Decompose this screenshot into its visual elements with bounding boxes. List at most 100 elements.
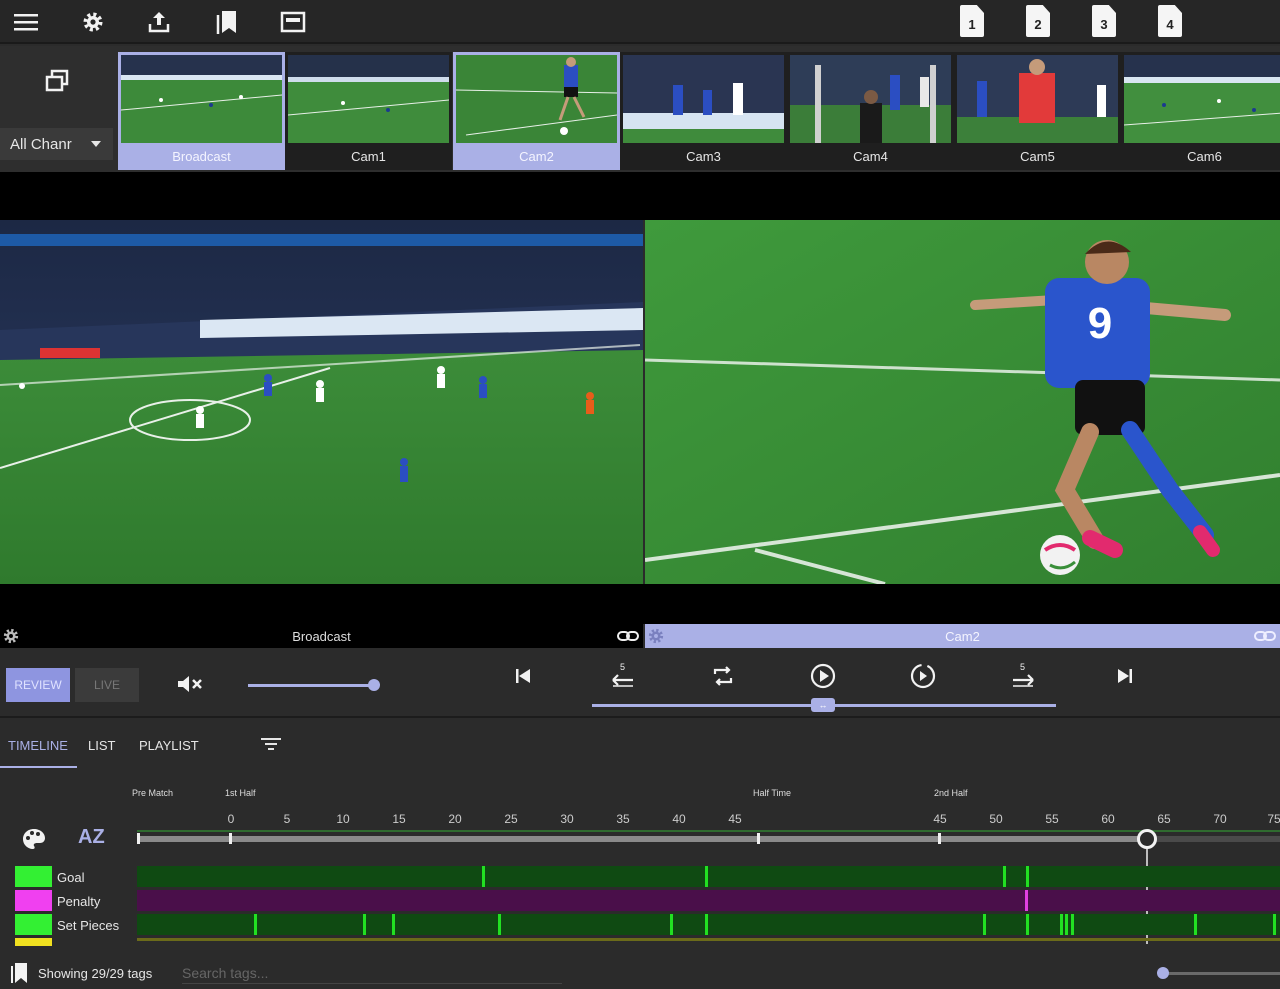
tab-playlist[interactable]: PLAYLIST bbox=[139, 738, 199, 753]
set-piece-event[interactable] bbox=[1071, 914, 1074, 935]
play-icon[interactable] bbox=[808, 662, 838, 690]
period-label: 1st Half bbox=[225, 788, 256, 798]
link-icon[interactable] bbox=[617, 628, 639, 644]
set-piece-event[interactable] bbox=[670, 914, 673, 935]
set-piece-event[interactable] bbox=[1026, 914, 1029, 935]
goal-track[interactable] bbox=[137, 866, 1280, 887]
thumbnail-image bbox=[790, 55, 951, 143]
thumbnail-cam5[interactable]: Cam5 bbox=[954, 52, 1121, 170]
document-icon-4[interactable]: 4 bbox=[1158, 5, 1182, 37]
tab-list[interactable]: LIST bbox=[88, 738, 115, 753]
penalty-track[interactable] bbox=[137, 890, 1280, 911]
filter-icon[interactable] bbox=[260, 736, 282, 752]
loop-icon[interactable] bbox=[708, 662, 738, 690]
volume-slider-track[interactable] bbox=[248, 684, 374, 687]
cam2-frame: 9 bbox=[645, 220, 1280, 584]
thumbnail-cam6[interactable]: Cam6 bbox=[1121, 52, 1280, 170]
minute-tick: 75 bbox=[1267, 812, 1280, 826]
minute-tick: 35 bbox=[616, 812, 630, 826]
thumbnail-cam3[interactable]: Cam3 bbox=[620, 52, 787, 170]
set-pieces-track[interactable] bbox=[137, 914, 1280, 935]
zoom-slider-track[interactable] bbox=[1163, 972, 1280, 975]
thumbnail-cam2[interactable]: Cam2 bbox=[453, 52, 620, 170]
minute-tick: 0 bbox=[227, 812, 235, 826]
set-piece-event[interactable] bbox=[1060, 914, 1063, 935]
set-piece-event[interactable] bbox=[983, 914, 986, 935]
thumbnail-image bbox=[121, 55, 282, 143]
step-frame-icon[interactable] bbox=[908, 662, 938, 690]
period-marker bbox=[938, 833, 941, 844]
video-letterbox-top bbox=[0, 172, 1280, 220]
gear-icon[interactable] bbox=[77, 6, 109, 38]
link-icon[interactable] bbox=[1254, 628, 1276, 644]
thumbnail-cam1[interactable]: Cam1 bbox=[285, 52, 452, 170]
cam2-caption: Cam2 bbox=[945, 628, 980, 644]
scrub-slider-handle[interactable]: ↔ bbox=[811, 698, 835, 712]
layout-toggle-icon[interactable] bbox=[40, 64, 74, 98]
cam2-video[interactable]: 9 bbox=[645, 220, 1280, 584]
set-pieces-color-swatch[interactable] bbox=[15, 914, 52, 935]
pane-settings-gear-icon[interactable] bbox=[2, 627, 20, 645]
set-piece-event[interactable] bbox=[363, 914, 366, 935]
set-piece-event[interactable] bbox=[1273, 914, 1276, 935]
thumbnail-label: Cam3 bbox=[686, 149, 721, 164]
period-marker bbox=[757, 833, 760, 844]
thumbnail-broadcast[interactable]: Broadcast bbox=[118, 52, 285, 170]
screen-layout-icon[interactable] bbox=[277, 6, 309, 38]
thumbnail-label: Cam1 bbox=[351, 149, 386, 164]
penalty-event[interactable] bbox=[1025, 890, 1028, 911]
active-tab-indicator bbox=[0, 766, 77, 768]
goal-event[interactable] bbox=[705, 866, 708, 887]
pane-settings-gear-icon[interactable] bbox=[647, 627, 665, 645]
period-label: 2nd Half bbox=[934, 788, 968, 798]
goal-event[interactable] bbox=[1003, 866, 1006, 887]
set-piece-event[interactable] bbox=[1065, 914, 1068, 935]
camera-thumbnail-strip: All Chanr Broadcast Cam1 Cam2 Cam3 Cam4 … bbox=[0, 46, 1280, 172]
review-mode-button[interactable]: REVIEW bbox=[6, 668, 70, 702]
penalty-color-swatch[interactable] bbox=[15, 890, 52, 911]
thumbnail-cam4[interactable]: Cam4 bbox=[787, 52, 954, 170]
set-piece-event[interactable] bbox=[705, 914, 708, 935]
palette-icon[interactable] bbox=[22, 828, 46, 850]
search-tags-input[interactable] bbox=[182, 962, 562, 984]
period-label: Pre Match bbox=[132, 788, 174, 798]
timeline-playhead[interactable] bbox=[1137, 829, 1157, 849]
tab-timeline[interactable]: TIMELINE bbox=[8, 738, 68, 753]
next-category-track[interactable] bbox=[137, 938, 1280, 941]
set-piece-event[interactable] bbox=[1194, 914, 1197, 935]
goal-event[interactable] bbox=[1026, 866, 1029, 887]
document-icon-1[interactable]: 1 bbox=[960, 5, 984, 37]
rewind-5-icon[interactable]: 5 bbox=[608, 662, 638, 690]
document-icon-3[interactable]: 3 bbox=[1092, 5, 1116, 37]
live-mode-button[interactable]: LIVE bbox=[75, 668, 139, 702]
minute-tick: 25 bbox=[504, 812, 518, 826]
minute-tick: 65 bbox=[1157, 812, 1171, 826]
bookmark-icon[interactable] bbox=[10, 962, 28, 984]
broadcast-video[interactable] bbox=[0, 220, 643, 584]
minute-tick: 50 bbox=[989, 812, 1003, 826]
bookmarks-icon[interactable] bbox=[210, 6, 242, 38]
goal-color-swatch[interactable] bbox=[15, 866, 52, 887]
goal-event[interactable] bbox=[482, 866, 485, 887]
set-piece-event[interactable] bbox=[392, 914, 395, 935]
sort-az-icon[interactable]: AZ bbox=[78, 826, 105, 849]
status-bar: Showing 29/29 tags bbox=[0, 946, 1280, 989]
minute-tick: 10 bbox=[336, 812, 350, 826]
volume-slider-handle[interactable] bbox=[368, 679, 380, 691]
skip-to-end-icon[interactable] bbox=[1110, 662, 1140, 690]
document-icon-2[interactable]: 2 bbox=[1026, 5, 1050, 37]
menu-icon[interactable] bbox=[10, 6, 42, 38]
skip-to-start-icon[interactable] bbox=[508, 662, 538, 690]
channel-select[interactable]: All Chanr bbox=[0, 128, 113, 160]
view-tabs: TIMELINE LIST PLAYLIST bbox=[0, 720, 1280, 770]
penalty-label: Penalty bbox=[57, 894, 101, 909]
set-piece-event[interactable] bbox=[254, 914, 257, 935]
minute-tick: 55 bbox=[1045, 812, 1059, 826]
thumbnail-image bbox=[456, 55, 617, 143]
mute-icon[interactable] bbox=[175, 670, 205, 698]
forward-5-icon[interactable]: 5 bbox=[1008, 662, 1038, 690]
set-piece-event[interactable] bbox=[498, 914, 501, 935]
next-category-swatch[interactable] bbox=[15, 938, 52, 946]
share-upload-icon[interactable] bbox=[143, 6, 175, 38]
zoom-slider-handle[interactable] bbox=[1157, 967, 1169, 979]
